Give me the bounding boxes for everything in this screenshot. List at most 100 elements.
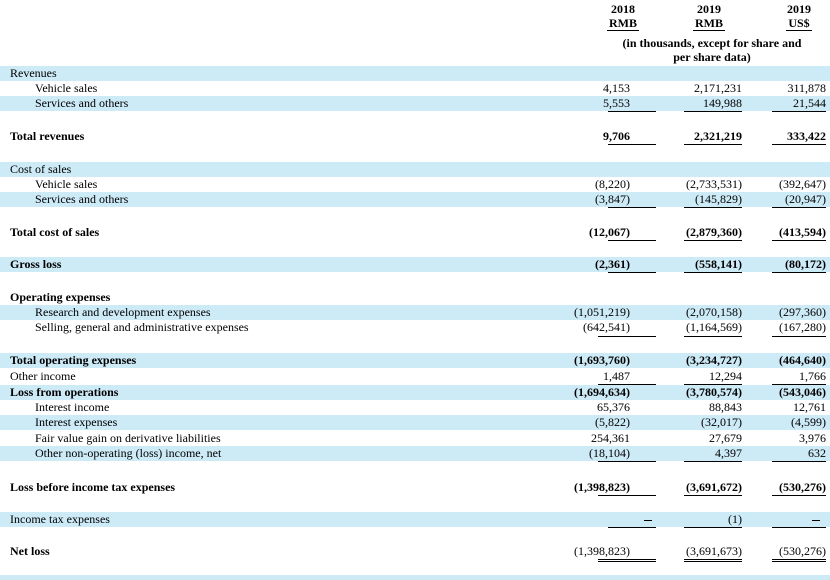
table-row: Other non-operating (loss) income, net (… xyxy=(0,446,830,461)
row-label: Total operating expenses xyxy=(10,353,137,367)
subtotal-rule xyxy=(772,461,826,462)
value-2018: 9,706 xyxy=(603,129,630,143)
value-2018: (642,541) xyxy=(583,320,630,334)
value-2018: (1,693,760) xyxy=(574,353,630,367)
row-label: Loss before income tax expenses xyxy=(10,480,176,494)
row-label: Fair value gain on derivative liabilitie… xyxy=(35,431,221,445)
section-revenues: Revenues xyxy=(0,66,830,81)
table-row: Other income 1,487 12,294 1,766 xyxy=(0,369,830,384)
subtotal-rule xyxy=(598,495,656,496)
value-2018: 254,361 xyxy=(591,431,630,445)
value-2019-rmb: (2,733,531) xyxy=(686,177,742,191)
row-label: Research and development expenses xyxy=(35,305,211,319)
row-label: Total cost of sales xyxy=(10,225,100,239)
value-2018: (1,398,823) xyxy=(574,544,630,558)
row-label: Revenues xyxy=(10,66,57,80)
total-double-rule xyxy=(772,559,826,562)
col-header-2018-rmb: 2018 RMB xyxy=(598,2,648,31)
section-operating-expenses: Operating expenses xyxy=(0,290,830,305)
value-2018: (1,398,823) xyxy=(574,480,630,494)
value-2019-usd: (80,172) xyxy=(785,257,826,271)
subtotal-rule xyxy=(608,527,656,528)
table-row: Vehicle sales 4,153 2,171,231 311,878 xyxy=(0,81,830,96)
subtotal-rule xyxy=(684,461,742,462)
row-label: Interest income xyxy=(35,400,110,414)
subtotal-rule xyxy=(684,336,742,337)
total-row: Loss from operations (1,694,634) (3,780,… xyxy=(0,385,830,400)
nil-dash xyxy=(812,520,820,521)
row-label: Income tax expenses xyxy=(10,512,110,526)
row-label: Other non-operating (loss) income, net xyxy=(35,446,222,460)
value-2019-usd: 632 xyxy=(808,446,826,460)
subtotal-rule xyxy=(608,144,656,145)
section-cost-of-sales: Cost of sales xyxy=(0,162,830,177)
value-2019-rmb: (32,017) xyxy=(701,415,742,429)
row-label: Other income xyxy=(10,369,76,383)
total-row: Total cost of sales (12,067) (2,879,360)… xyxy=(0,225,830,240)
col-header-year: 2018 xyxy=(611,2,635,16)
table-row: Fair value gain on derivative liabilitie… xyxy=(0,431,830,446)
subtotal-rule xyxy=(772,240,826,241)
col-header-year: 2019 xyxy=(697,2,721,16)
total-double-rule xyxy=(684,559,742,562)
subtotal-rule xyxy=(684,495,742,496)
value-2019-usd: (530,276) xyxy=(779,480,826,494)
value-2019-rmb: (2,070,158) xyxy=(686,305,742,319)
value-2019-usd: 12,761 xyxy=(793,400,826,414)
row-label: Operating expenses xyxy=(10,290,111,304)
subtotal-rule xyxy=(608,207,656,208)
value-2019-rmb: (1,164,569) xyxy=(686,320,742,334)
next-row-cutoff xyxy=(0,575,830,580)
subtotal-rule xyxy=(684,111,742,112)
nil-dash xyxy=(644,520,652,521)
value-2018: 65,376 xyxy=(597,400,630,414)
row-label: Services and others xyxy=(35,96,129,110)
col-header-2019-usd: 2019 US$ xyxy=(772,2,826,31)
row-label: Total revenues xyxy=(10,129,85,143)
row-label: Interest expenses xyxy=(35,415,118,429)
subtotal-rule xyxy=(608,272,656,273)
subtotal-rule xyxy=(772,144,826,145)
value-2019-rmb: 149,988 xyxy=(703,96,742,110)
col-header-currency: RMB xyxy=(693,16,725,31)
value-2018: (18,104) xyxy=(589,446,630,460)
value-2019-usd: 333,422 xyxy=(787,129,826,143)
subtotal-rule xyxy=(684,240,742,241)
value-2019-rmb: 2,171,231 xyxy=(694,81,742,95)
value-2018: (5,822) xyxy=(595,415,630,429)
value-2019-usd: (413,594) xyxy=(779,225,826,239)
subtotal-rule xyxy=(772,111,826,112)
value-2019-rmb: 27,679 xyxy=(709,431,742,445)
subtotal-rule xyxy=(772,527,826,528)
table-row: Research and development expenses (1,051… xyxy=(0,305,830,320)
value-2019-rmb: (3,691,672) xyxy=(686,480,742,494)
value-2018: 1,487 xyxy=(603,369,630,383)
value-2019-usd: 1,766 xyxy=(799,369,826,383)
value-2019-rmb: (145,829) xyxy=(695,192,742,206)
value-2019-rmb: (1) xyxy=(728,512,742,526)
value-2019-usd: (543,046) xyxy=(779,385,826,399)
subtotal-rule xyxy=(684,527,742,528)
table-row: Income tax expenses (1) xyxy=(0,512,830,527)
value-2019-usd: (464,640) xyxy=(779,353,826,367)
value-2018: (2,361) xyxy=(595,257,630,271)
subtotal-rule xyxy=(684,144,742,145)
subtotal-rule xyxy=(772,272,826,273)
total-row: Net loss (1,398,823) (3,691,673) (530,27… xyxy=(0,544,830,559)
value-2018: 4,153 xyxy=(603,81,630,95)
value-2019-rmb: 12,294 xyxy=(709,369,742,383)
table-row: Interest income 65,376 88,843 12,761 xyxy=(0,400,830,415)
row-label: Vehicle sales xyxy=(35,177,98,191)
table-row: Vehicle sales (8,220) (2,733,531) (392,6… xyxy=(0,177,830,192)
row-label: Services and others xyxy=(35,192,129,206)
value-2018: (12,067) xyxy=(589,225,630,239)
subtotal-rule xyxy=(684,207,742,208)
total-row: Gross loss (2,361) (558,141) (80,172) xyxy=(0,257,830,272)
total-row: Loss before income tax expenses (1,398,8… xyxy=(0,480,830,495)
row-label: Cost of sales xyxy=(10,162,72,176)
value-2019-usd: (297,360) xyxy=(779,305,826,319)
value-2018: (1,694,634) xyxy=(574,385,630,399)
total-double-rule xyxy=(598,559,656,562)
col-header-currency: US$ xyxy=(786,16,812,31)
row-label: Net loss xyxy=(10,544,50,558)
